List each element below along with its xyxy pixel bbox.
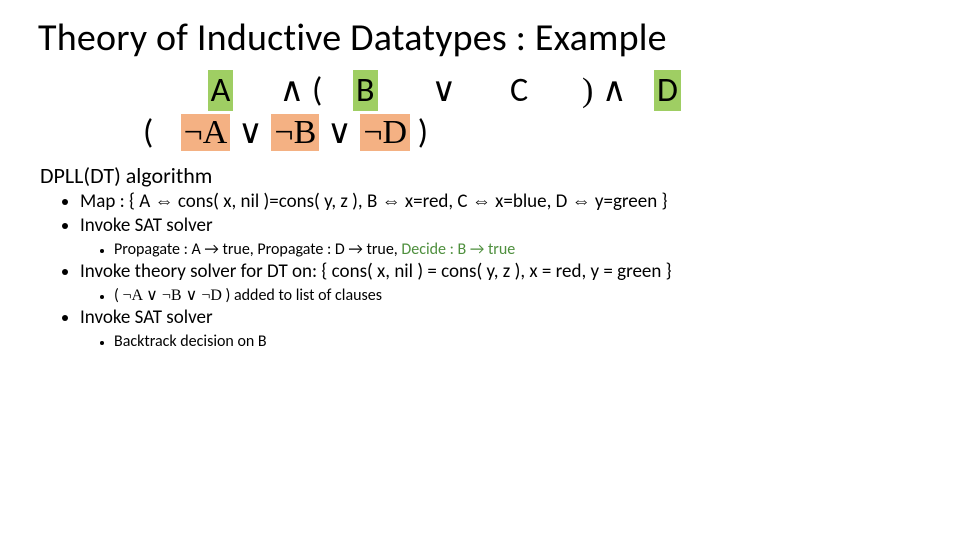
bullet-list: Map : { A ⇔ cons( x, nil )=cons( y, z ),… bbox=[38, 190, 922, 352]
term-A: A bbox=[208, 70, 234, 111]
formula-block: A ∧ ( B ∨ C ) ∧ D ( ¬A ∨ ¬B ∨ ¬D bbox=[38, 70, 922, 155]
bullet-map: Map : { A ⇔ cons( x, nil )=cons( y, z ),… bbox=[80, 190, 922, 214]
l2-or1: ∨ bbox=[238, 114, 271, 151]
formula-line-1: A ∧ ( B ∨ C ) ∧ D bbox=[188, 70, 922, 113]
page-title: Theory of Inductive Datatypes : Example bbox=[38, 18, 922, 60]
rparen-and: ) ∧ bbox=[582, 72, 627, 109]
bullet-propagate: Propagate : A → true, Propagate : D → tr… bbox=[114, 239, 922, 261]
l2-open: ( bbox=[143, 112, 153, 153]
term-notB: ¬B bbox=[271, 114, 319, 151]
term-notA: ¬A bbox=[181, 114, 231, 151]
lparen: ( bbox=[312, 70, 322, 111]
bullet-sat2: Invoke SAT solver Backtrack decision on … bbox=[80, 306, 922, 352]
term-D: D bbox=[654, 70, 681, 111]
slide-content: Theory of Inductive Datatypes : Example … bbox=[0, 0, 960, 352]
op-or: ∨ bbox=[431, 72, 456, 109]
op-and: ∧ bbox=[279, 72, 304, 109]
l2-or2: ∨ bbox=[327, 114, 360, 151]
term-C: C bbox=[510, 70, 528, 111]
bullet-sat1: Invoke SAT solver Propagate : A → true, … bbox=[80, 214, 922, 260]
term-notD: ¬D bbox=[360, 114, 410, 151]
bullet-theory: Invoke theory solver for DT on: { cons( … bbox=[80, 260, 922, 306]
decide-text: Decide : B → true bbox=[401, 240, 515, 259]
bullet-clause: ( ¬A ∨ ¬B ∨ ¬D ) added to list of clause… bbox=[114, 285, 922, 307]
bullet-backtrack: Backtrack decision on B bbox=[114, 331, 922, 353]
section-heading: DPLL(DT) algorithm bbox=[40, 163, 922, 188]
formula-line-2: ( ¬A ∨ ¬B ∨ ¬D ) bbox=[143, 112, 922, 155]
l2-close: ) bbox=[418, 112, 428, 153]
term-B: B bbox=[353, 70, 378, 111]
